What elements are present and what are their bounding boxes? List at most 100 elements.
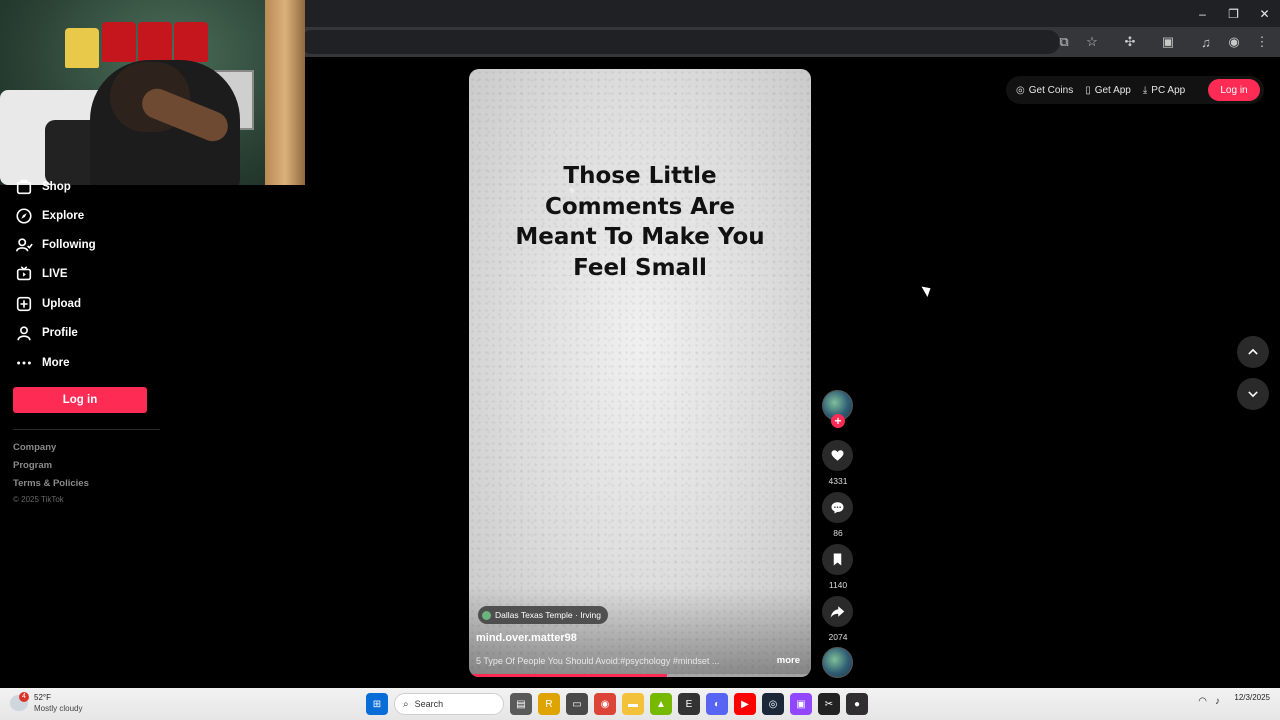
sidebar-item-more[interactable]: More xyxy=(0,350,160,376)
folder-icon[interactable]: ▬ xyxy=(622,693,644,715)
footer-program-link[interactable]: Program xyxy=(13,460,52,471)
sidebar-login-button[interactable]: Log in xyxy=(13,387,147,413)
files-icon[interactable]: ▭ xyxy=(566,693,588,715)
sidebar-divider xyxy=(13,429,160,430)
video-author[interactable]: mind.over.matter98 xyxy=(476,632,577,644)
bookmark-icon xyxy=(833,553,842,566)
video-progress[interactable] xyxy=(469,674,811,677)
caption-line: Feel Small xyxy=(573,254,707,281)
sidebar-item-label: More xyxy=(42,357,70,369)
taskbar: 4 52°F Mostly cloudy ⊞ ⌕ Search ▤ R ▭ ◉ … xyxy=(0,688,1280,720)
comment-button[interactable] xyxy=(822,492,853,523)
rockstar-icon[interactable]: R xyxy=(538,693,560,715)
save-count: 1140 xyxy=(828,580,848,590)
shirt-red-1 xyxy=(102,22,136,62)
cloud-icon: 4 xyxy=(10,692,29,711)
tab-search-icon[interactable]: ▣ xyxy=(1156,30,1180,54)
pc-app-link[interactable]: ⤓ PC App xyxy=(1143,85,1185,96)
next-video-button[interactable] xyxy=(1237,378,1269,410)
extensions-icon[interactable]: ✣ xyxy=(1118,30,1142,54)
weather-temp: 52°F xyxy=(34,693,51,702)
install-icon[interactable]: ⧉ xyxy=(1052,30,1076,54)
clock[interactable]: 12/3/2025 xyxy=(1234,692,1270,704)
toolbar-icons: ⧉ ☆ ✣ ▣ ♫ ◉ ⋮ xyxy=(1052,27,1274,57)
volume-icon[interactable]: ♪ xyxy=(1215,696,1220,707)
menu-icon[interactable]: ⋮ xyxy=(1250,30,1274,54)
star-icon[interactable]: ☆ xyxy=(1080,30,1104,54)
shirt-red-3 xyxy=(174,22,208,62)
restore-button[interactable]: ❐ xyxy=(1218,0,1249,27)
like-count: 4331 xyxy=(828,476,848,486)
shirt-yellow xyxy=(65,28,99,68)
epic-games-icon[interactable]: E xyxy=(678,693,700,715)
save-button[interactable] xyxy=(822,544,853,575)
address-bar[interactable] xyxy=(300,30,1060,54)
shirt-red-2 xyxy=(138,22,172,62)
following-icon xyxy=(14,235,34,255)
shop-icon xyxy=(14,177,34,197)
sidebar-item-label: Explore xyxy=(42,210,85,222)
search-icon: ⌕ xyxy=(403,698,409,710)
window-controls: – ❐ ✕ xyxy=(1187,0,1280,27)
twitch-icon[interactable]: ▣ xyxy=(790,693,812,715)
taskbar-search[interactable]: ⌕ Search xyxy=(394,693,504,715)
footer-company-link[interactable]: Company xyxy=(13,442,56,453)
chevron-up-icon xyxy=(1248,348,1258,355)
weather-widget[interactable]: 4 52°F Mostly cloudy xyxy=(10,692,82,714)
profile-icon[interactable]: ◉ xyxy=(1222,30,1246,54)
get-app-link[interactable]: ▯ Get App xyxy=(1085,85,1131,96)
clock-date: 12/3/2025 xyxy=(1234,693,1270,702)
location-icon xyxy=(482,610,491,620)
windows-start-icon[interactable]: ⊞ xyxy=(366,693,388,715)
get-coins-link[interactable]: ◎ Get Coins xyxy=(1016,85,1073,96)
webcam-overlay xyxy=(0,0,305,185)
more-button[interactable]: more xyxy=(777,655,800,666)
sidebar-item-profile[interactable]: Profile xyxy=(0,320,160,346)
task-view-icon[interactable]: ▤ xyxy=(510,693,532,715)
sidebar-item-upload[interactable]: Upload xyxy=(0,291,160,317)
mouse-cursor xyxy=(921,283,934,297)
media-icon[interactable]: ♫ xyxy=(1194,30,1218,54)
sidebar-item-shop[interactable]: Shop xyxy=(0,174,160,200)
video-progress-fill xyxy=(469,674,668,677)
chrome-icon[interactable]: ◉ xyxy=(594,693,616,715)
caption-line: Meant To Make You xyxy=(515,224,765,250)
profile-icon xyxy=(14,323,34,343)
wifi-icon[interactable]: ◠ xyxy=(1198,696,1207,707)
obs-icon[interactable]: ● xyxy=(846,693,868,715)
capcut-icon[interactable]: ✂ xyxy=(818,693,840,715)
follow-button[interactable]: + xyxy=(831,414,845,428)
heart-icon xyxy=(831,450,844,461)
sidebar-item-following[interactable]: Following xyxy=(0,232,160,258)
door xyxy=(265,0,305,185)
header-login-button[interactable]: Log in xyxy=(1208,79,1260,101)
share-icon xyxy=(830,606,845,618)
like-button[interactable] xyxy=(822,440,853,471)
header-actions: ◎ Get Coins ▯ Get App ⤓ PC App Log in xyxy=(1006,76,1264,104)
location-badge[interactable]: Dallas Texas Temple · Irving xyxy=(478,606,608,624)
sidebar-item-label: Profile xyxy=(42,327,78,339)
video-caption: Those Little Comments Are Meant To Make … xyxy=(499,161,781,283)
taskbar-apps: ⊞ ⌕ Search ▤ R ▭ ◉ ▬ ▲ E ◐ ▶ ◎ ▣ ✂ ● xyxy=(366,692,868,716)
steam-icon[interactable]: ◎ xyxy=(762,693,784,715)
close-button[interactable]: ✕ xyxy=(1249,0,1280,27)
share-button[interactable] xyxy=(822,596,853,627)
sidebar-item-label: Upload xyxy=(42,298,81,310)
discord-icon[interactable]: ◐ xyxy=(706,693,728,715)
system-tray: ◠ ♪ xyxy=(1198,696,1220,707)
sidebar-item-explore[interactable]: Explore xyxy=(0,203,160,229)
minimize-button[interactable]: – xyxy=(1187,0,1218,27)
sidebar-item-label: LIVE xyxy=(42,268,68,280)
weather-badge: 4 xyxy=(19,692,29,702)
sound-avatar[interactable] xyxy=(822,647,853,678)
chevron-down-icon xyxy=(1248,391,1258,398)
footer-terms-link[interactable]: Terms & Policies xyxy=(13,478,89,489)
sidebar-item-live[interactable]: LIVE xyxy=(0,261,160,287)
nvidia-icon[interactable]: ▲ xyxy=(650,693,672,715)
share-count: 2074 xyxy=(828,632,848,642)
youtube-icon[interactable]: ▶ xyxy=(734,693,756,715)
video-player[interactable]: Those Little Comments Are Meant To Make … xyxy=(469,69,811,677)
previous-video-button[interactable] xyxy=(1237,336,1269,368)
weather-desc: Mostly cloudy xyxy=(34,704,83,713)
copyright: © 2025 TikTok xyxy=(13,495,64,504)
